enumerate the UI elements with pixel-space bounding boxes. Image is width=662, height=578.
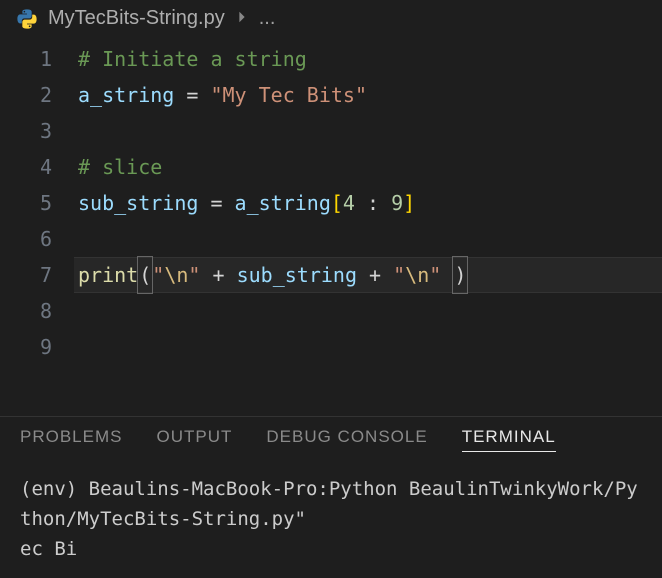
- code-line[interactable]: [78, 329, 662, 365]
- code-token: =: [174, 77, 210, 113]
- code-line[interactable]: # slice: [78, 149, 662, 185]
- code-token: \n: [405, 257, 429, 293]
- code-token: # Initiate a string: [78, 41, 307, 77]
- code-line[interactable]: sub_string = a_string[4 : 9]: [78, 185, 662, 221]
- code-token: 9: [391, 185, 403, 221]
- terminal-line: (env) Beaulins-MacBook-Pro:Python Beauli…: [20, 474, 642, 534]
- line-number: 9: [0, 329, 52, 365]
- code-line[interactable]: a_string = "My Tec Bits": [78, 77, 662, 113]
- line-number: 7: [0, 257, 52, 293]
- code-token: [: [331, 185, 343, 221]
- code-line[interactable]: [78, 221, 662, 257]
- code-token: sub_string: [237, 257, 357, 293]
- breadcrumb-filename[interactable]: MyTecBits-String.py: [48, 7, 225, 30]
- terminal-panel[interactable]: (env) Beaulins-MacBook-Pro:Python Beauli…: [0, 460, 662, 578]
- code-token: =: [198, 185, 234, 221]
- line-number: 8: [0, 293, 52, 329]
- code-token: (: [137, 256, 153, 294]
- tab-debug-console[interactable]: DEBUG CONSOLE: [266, 427, 427, 452]
- line-number: 6: [0, 221, 52, 257]
- line-number-gutter: 123456789: [0, 41, 78, 416]
- breadcrumb[interactable]: MyTecBits-String.py ...: [0, 0, 662, 37]
- code-token: ]: [403, 185, 415, 221]
- tab-output[interactable]: OUTPUT: [156, 427, 232, 452]
- code-token: print: [78, 257, 138, 293]
- line-number: 2: [0, 77, 52, 113]
- line-number: 4: [0, 149, 52, 185]
- tab-terminal[interactable]: TERMINAL: [462, 427, 556, 452]
- code-token: ": [393, 257, 405, 293]
- code-line[interactable]: [78, 113, 662, 149]
- code-line[interactable]: print("\n" + sub_string + "\n" ): [74, 257, 662, 293]
- panel-tabs: PROBLEMS OUTPUT DEBUG CONSOLE TERMINAL: [0, 416, 662, 460]
- code-token: # slice: [78, 149, 162, 185]
- code-token: a_string: [235, 185, 331, 221]
- code-token: \n: [164, 257, 188, 293]
- code-area[interactable]: # Initiate a stringa_string = "My Tec Bi…: [78, 41, 662, 416]
- breadcrumb-ellipsis[interactable]: ...: [259, 7, 276, 30]
- code-editor[interactable]: 123456789 # Initiate a stringa_string = …: [0, 37, 662, 416]
- code-token: ": [152, 257, 164, 293]
- code-token: ": [188, 257, 200, 293]
- code-token: ": [429, 257, 441, 293]
- code-token: a_string: [78, 77, 174, 113]
- code-token: 4: [343, 185, 355, 221]
- code-token: +: [200, 257, 236, 293]
- python-file-icon: [16, 8, 38, 30]
- line-number: 1: [0, 41, 52, 77]
- line-number: 3: [0, 113, 52, 149]
- code-token: ): [452, 256, 468, 294]
- code-token: +: [357, 257, 393, 293]
- code-token: sub_string: [78, 185, 198, 221]
- code-line[interactable]: [78, 293, 662, 329]
- chevron-right-icon: [235, 7, 249, 30]
- tab-problems[interactable]: PROBLEMS: [20, 427, 122, 452]
- code-line[interactable]: # Initiate a string: [78, 41, 662, 77]
- line-number: 5: [0, 185, 52, 221]
- code-token: :: [355, 185, 391, 221]
- code-token: "My Tec Bits": [210, 77, 367, 113]
- terminal-output: ec Bi: [20, 534, 642, 564]
